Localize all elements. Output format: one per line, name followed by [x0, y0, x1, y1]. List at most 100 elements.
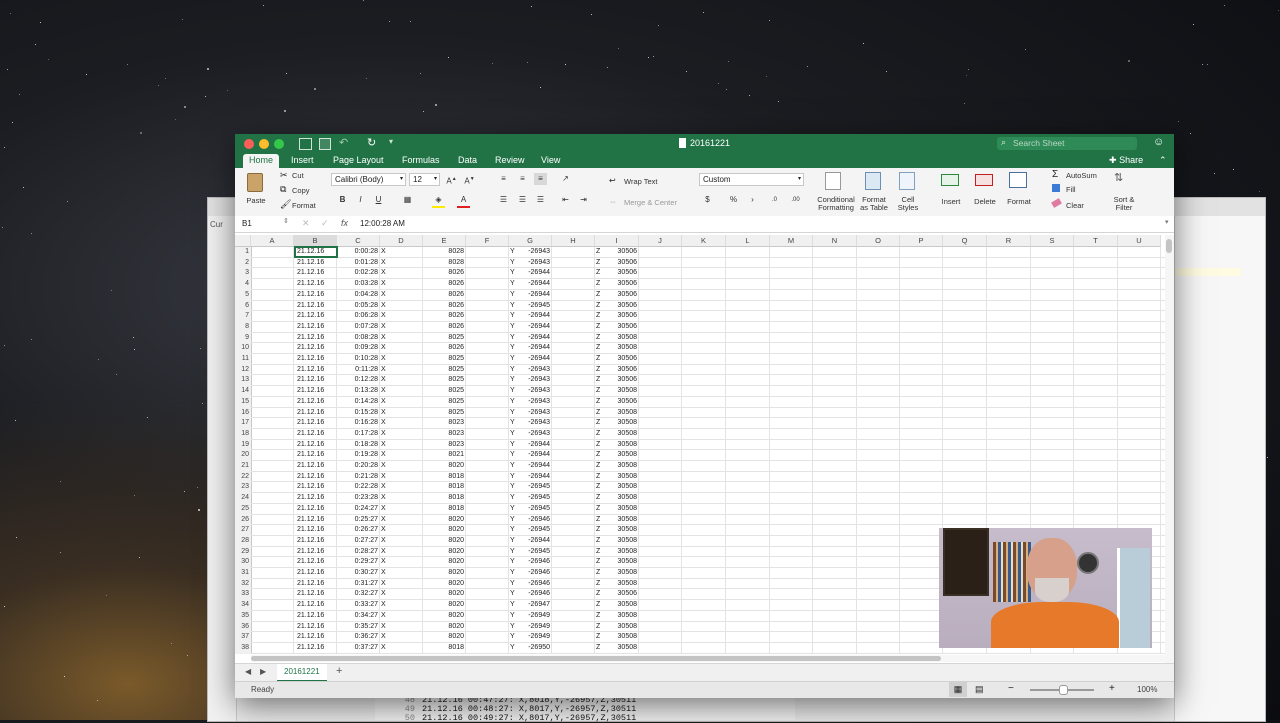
row-header[interactable]: 5: [235, 289, 251, 301]
cell[interactable]: -26944: [509, 354, 552, 365]
cell[interactable]: 8020: [423, 589, 466, 600]
save-icon[interactable]: [319, 138, 331, 150]
cell[interactable]: 0:12:28: [337, 375, 380, 386]
cell[interactable]: -26943: [509, 397, 552, 408]
column-header-u[interactable]: U: [1118, 235, 1161, 247]
cell[interactable]: 0:37:27: [337, 643, 380, 654]
cell[interactable]: 21.12.16: [294, 482, 337, 493]
cell[interactable]: 0:29:27: [337, 557, 380, 568]
insert-cells-button[interactable]: Insert: [938, 198, 964, 206]
collapse-ribbon-icon[interactable]: ⌃: [1159, 154, 1167, 167]
cell[interactable]: -26945: [509, 301, 552, 312]
cell[interactable]: 8023: [423, 429, 466, 440]
cell[interactable]: 8025: [423, 375, 466, 386]
format-as-table-button[interactable]: Format as Table: [858, 196, 890, 212]
cell[interactable]: -26945: [509, 493, 552, 504]
cell[interactable]: X: [381, 472, 393, 483]
cell[interactable]: 8026: [423, 268, 466, 279]
sheet-tab-20161221[interactable]: 20161221: [277, 664, 327, 682]
row-header[interactable]: 8: [235, 321, 251, 333]
cell[interactable]: 0:24:27: [337, 504, 380, 515]
row-header[interactable]: 19: [235, 439, 251, 451]
cell[interactable]: 0:06:28: [337, 311, 380, 322]
sidebar-toggle-icon[interactable]: [299, 138, 312, 150]
cell[interactable]: -26946: [509, 579, 552, 590]
row-header[interactable]: 28: [235, 535, 251, 547]
cell[interactable]: 30508: [595, 557, 639, 568]
cell[interactable]: -26946: [509, 557, 552, 568]
cell[interactable]: 8020: [423, 600, 466, 611]
undo-icon[interactable]: ↶: [339, 136, 348, 149]
cell[interactable]: 30506: [595, 301, 639, 312]
align-top-icon[interactable]: ≡: [497, 173, 510, 185]
column-header-d[interactable]: D: [380, 235, 423, 247]
cell[interactable]: 8026: [423, 322, 466, 333]
row-header[interactable]: 11: [235, 354, 251, 365]
selected-cell-b1[interactable]: [294, 246, 338, 258]
name-box[interactable]: B1: [242, 219, 252, 228]
copy-button[interactable]: Copy: [292, 187, 310, 195]
cell[interactable]: 8018: [423, 482, 466, 493]
cell[interactable]: 0:13:28: [337, 386, 380, 397]
cell[interactable]: X: [381, 536, 393, 547]
cell[interactable]: 0:05:28: [337, 301, 380, 312]
row-header[interactable]: 24: [235, 493, 251, 504]
cell[interactable]: 8026: [423, 290, 466, 301]
cell[interactable]: X: [381, 386, 393, 397]
cell[interactable]: 21.12.16: [294, 333, 337, 344]
tab-review[interactable]: Review: [489, 154, 531, 168]
cell[interactable]: 30508: [595, 482, 639, 493]
align-left-icon[interactable]: ☰: [497, 194, 510, 206]
cell[interactable]: -26943: [509, 418, 552, 429]
cell[interactable]: 0:30:27: [337, 568, 380, 579]
conditional-formatting-button[interactable]: Conditional Formatting: [815, 196, 857, 212]
cell[interactable]: 8020: [423, 547, 466, 558]
cell[interactable]: -26945: [509, 482, 552, 493]
cell[interactable]: 0:10:28: [337, 354, 380, 365]
cell[interactable]: 21.12.16: [294, 525, 337, 536]
vertical-scroll-thumb[interactable]: [1166, 239, 1172, 253]
formula-input[interactable]: 12:00:28 AM: [360, 219, 405, 228]
cell[interactable]: 21.12.16: [294, 557, 337, 568]
tab-view[interactable]: View: [535, 154, 566, 168]
cell[interactable]: 0:27:27: [337, 536, 380, 547]
cell[interactable]: 0:33:27: [337, 600, 380, 611]
zoom-out-icon[interactable]: −: [1008, 683, 1014, 694]
cell[interactable]: 8020: [423, 632, 466, 643]
cell[interactable]: X: [381, 600, 393, 611]
column-header-k[interactable]: K: [682, 235, 726, 247]
column-header-l[interactable]: L: [726, 235, 770, 247]
cell[interactable]: 30508: [595, 493, 639, 504]
decrease-indent-icon[interactable]: ⇤: [559, 194, 572, 206]
cell[interactable]: 0:31:27: [337, 579, 380, 590]
cell-styles-button[interactable]: Cell Styles: [895, 196, 921, 212]
cell[interactable]: -26944: [509, 279, 552, 290]
cell[interactable]: 21.12.16: [294, 515, 337, 526]
cell[interactable]: -26944: [509, 268, 552, 279]
cell[interactable]: 30506: [595, 322, 639, 333]
row-header[interactable]: 12: [235, 364, 251, 376]
cell[interactable]: 30506: [595, 290, 639, 301]
search-sheet-field[interactable]: ⌕ Search Sheet: [997, 137, 1137, 150]
row-header[interactable]: 1: [235, 247, 251, 258]
column-header-e[interactable]: E: [423, 235, 466, 247]
column-header-j[interactable]: J: [639, 235, 682, 247]
align-right-icon[interactable]: ☰: [534, 194, 547, 206]
row-header[interactable]: 6: [235, 300, 251, 312]
cell[interactable]: 8026: [423, 343, 466, 354]
tab-insert[interactable]: Insert: [285, 154, 320, 168]
row-header[interactable]: 18: [235, 428, 251, 440]
column-header-i[interactable]: I: [595, 235, 639, 247]
row-header[interactable]: 20: [235, 450, 251, 461]
row-header[interactable]: 23: [235, 482, 251, 494]
cell[interactable]: 30508: [595, 515, 639, 526]
decrease-decimal-icon[interactable]: .00: [789, 194, 802, 206]
cell[interactable]: 8028: [423, 258, 466, 269]
cell[interactable]: 21.12.16: [294, 440, 337, 451]
cell[interactable]: 8018: [423, 504, 466, 515]
tab-formulas[interactable]: Formulas: [396, 154, 446, 168]
cell[interactable]: 21.12.16: [294, 536, 337, 547]
cell[interactable]: 21.12.16: [294, 504, 337, 515]
font-name-select[interactable]: Calibri (Body) ▾: [331, 173, 406, 186]
cell[interactable]: X: [381, 440, 393, 451]
